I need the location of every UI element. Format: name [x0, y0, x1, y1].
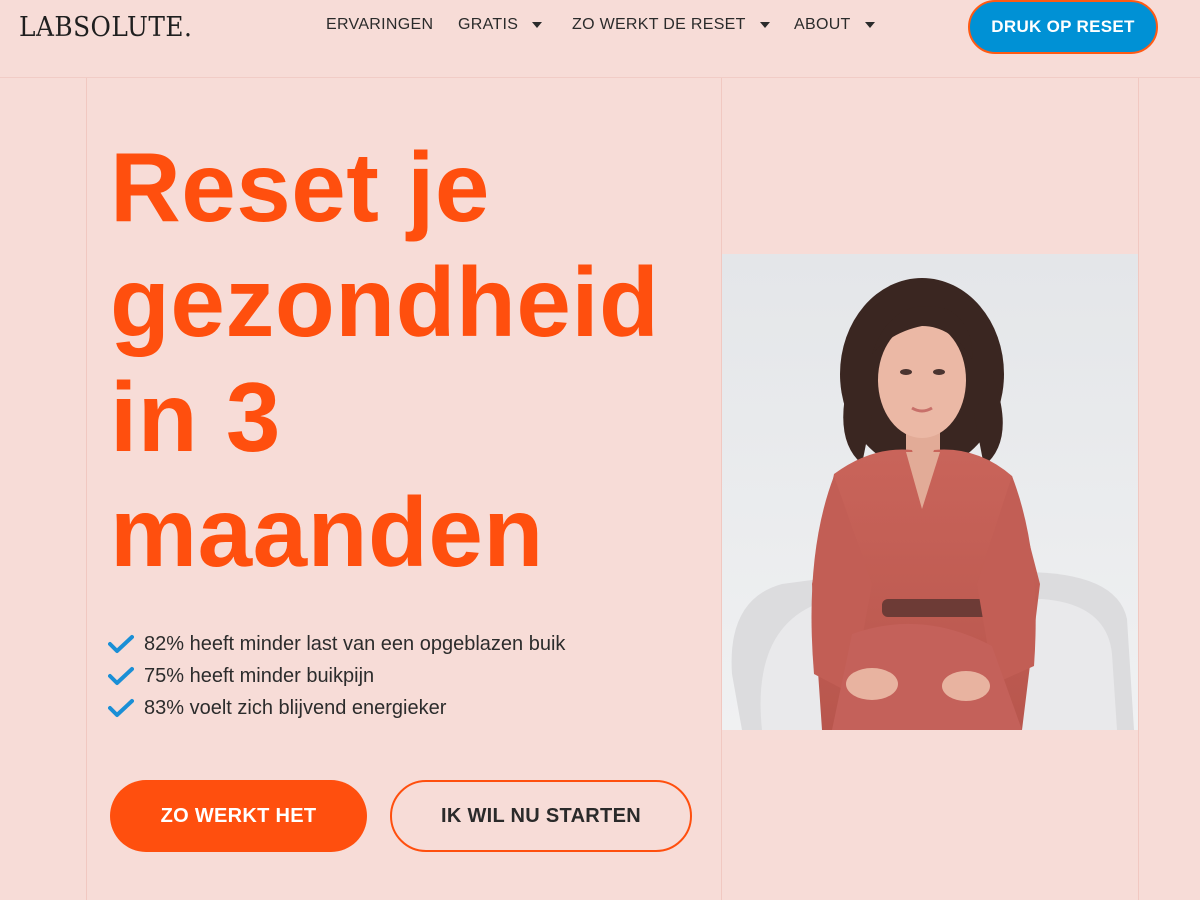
chevron-down-icon — [532, 22, 543, 28]
benefit-item: 82% heeft minder last van een opgeblazen… — [108, 628, 565, 660]
nav-item-label: GRATIS — [458, 16, 519, 33]
zo-werkt-het-button[interactable]: ZO WERKT HET — [110, 780, 367, 852]
hero-photo — [722, 254, 1138, 730]
nav-item-about[interactable]: ABOUT — [794, 16, 875, 34]
hero-title-line: gezondheid — [110, 247, 660, 357]
hero-title-line: Reset je — [110, 132, 490, 242]
nav-item-gratis[interactable]: GRATIS — [458, 16, 543, 34]
benefits-list: 82% heeft minder last van een opgeblazen… — [108, 628, 565, 724]
logo[interactable]: LABSOLUTE. — [19, 12, 192, 43]
check-icon — [108, 635, 134, 653]
woman-portrait-image — [722, 254, 1138, 730]
benefit-item: 83% voelt zich blijvend energieker — [108, 692, 565, 724]
hero-title-line: in 3 — [110, 362, 281, 472]
grid-line — [1138, 78, 1139, 900]
check-icon — [108, 667, 134, 685]
grid-line — [86, 78, 87, 900]
site-header: LABSOLUTE. ERVARINGEN GRATIS ZO WERKT DE… — [0, 0, 1200, 78]
hero-title-line: maanden — [110, 477, 544, 587]
nav-item-label: ABOUT — [794, 16, 851, 33]
chevron-down-icon — [759, 22, 770, 28]
nav-item-zo-werkt-de-reset[interactable]: ZO WERKT DE RESET — [572, 16, 770, 34]
druk-op-reset-button[interactable]: DRUK OP RESET — [968, 0, 1158, 54]
chevron-down-icon — [864, 22, 875, 28]
ik-wil-nu-starten-button[interactable]: IK WIL NU STARTEN — [390, 780, 692, 852]
benefit-text: 83% voelt zich blijvend energieker — [144, 696, 447, 719]
check-icon — [108, 699, 134, 717]
benefit-text: 82% heeft minder last van een opgeblazen… — [144, 632, 566, 655]
nav-item-label: ZO WERKT DE RESET — [572, 16, 746, 33]
nav-item-ervaringen[interactable]: ERVARINGEN — [326, 16, 433, 34]
hero-title: Reset je gezondheid in 3 maanden — [110, 130, 710, 590]
nav-item-label: ERVARINGEN — [326, 16, 434, 33]
benefit-item: 75% heeft minder buikpijn — [108, 660, 565, 692]
benefit-text: 75% heeft minder buikpijn — [144, 664, 375, 687]
